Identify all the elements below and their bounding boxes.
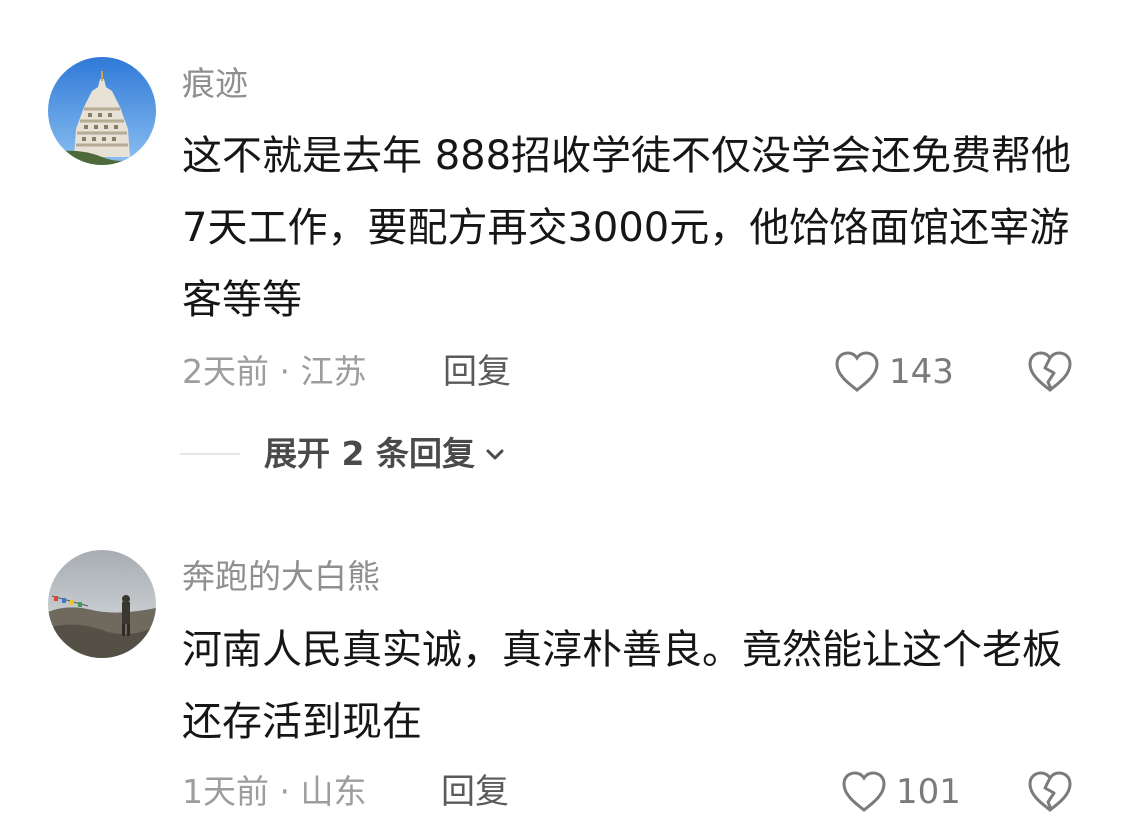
user-avatar[interactable] <box>48 550 156 658</box>
broken-heart-icon <box>1028 351 1072 392</box>
heart-outline-icon <box>842 771 886 812</box>
temple-avatar-icon <box>48 57 156 165</box>
broken-heart-icon <box>1028 771 1072 812</box>
dislike-button[interactable] <box>1026 350 1074 394</box>
expand-replies-label: 展开 2 条回复 <box>264 434 475 473</box>
like-count: 101 <box>896 772 961 812</box>
expand-replies[interactable]: 展开 2 条回复 <box>180 432 507 476</box>
landscape-avatar-icon <box>48 550 156 658</box>
like-count: 143 <box>889 352 954 392</box>
divider-line <box>180 453 240 455</box>
username[interactable]: 奔跑的大白熊 <box>182 557 380 597</box>
like-button[interactable]: 143 <box>833 350 954 394</box>
comment-text: 河南人民真实诚，真淳朴善良。竟然能让这个老板还存活到现在 <box>182 627 1062 745</box>
chevron-down-icon <box>486 449 504 460</box>
username[interactable]: 痕迹 <box>182 64 248 104</box>
reply-button[interactable]: 回复 <box>441 772 509 812</box>
heart-outline-icon <box>835 351 879 392</box>
dislike-button[interactable] <box>1026 770 1074 814</box>
comment-meta: 2天前 · 江苏 <box>182 352 367 391</box>
like-button[interactable]: 101 <box>840 770 961 814</box>
user-avatar[interactable] <box>48 57 156 165</box>
comment-meta: 1天前 · 山东 <box>182 772 367 811</box>
comment-text: 这不就是去年 888招收学徒不仅没学会还免费帮他7天工作，要配方再交3000元，… <box>182 133 1072 323</box>
reply-button[interactable]: 回复 <box>443 352 511 392</box>
